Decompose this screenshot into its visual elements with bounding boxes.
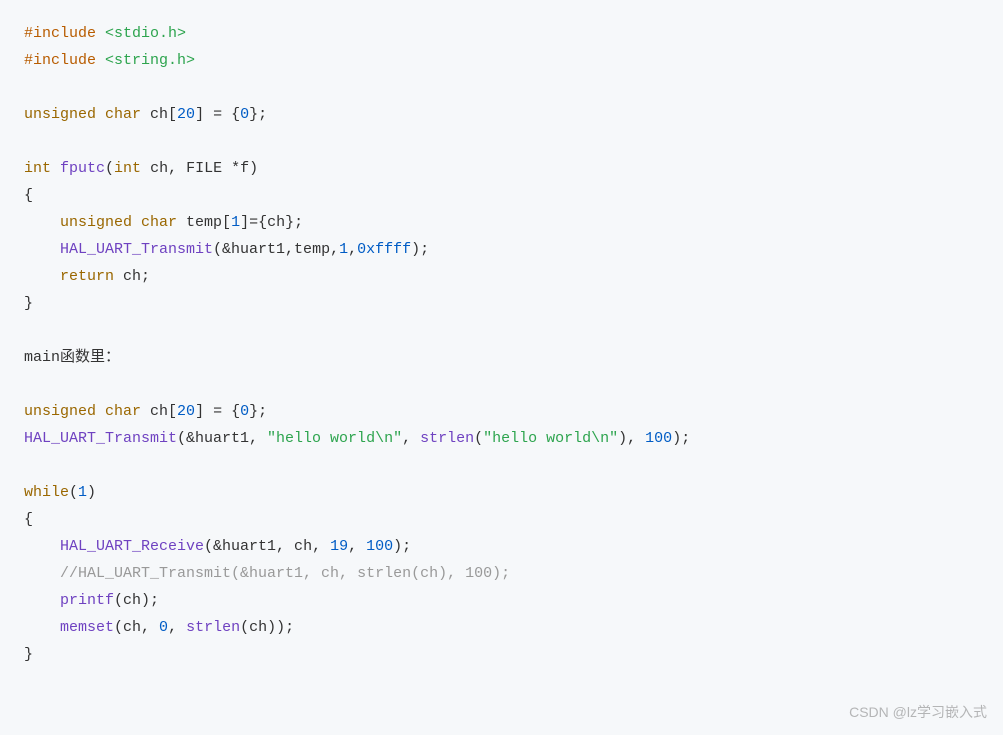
args: (ch, xyxy=(114,619,159,636)
identifier: ch[ xyxy=(141,403,177,420)
keyword: char xyxy=(96,106,141,123)
preproc-include: #include xyxy=(24,25,96,42)
comment-text: main函数里： xyxy=(24,349,120,366)
indent xyxy=(24,268,60,285)
params: ch, FILE *f) xyxy=(141,160,258,177)
punct: , xyxy=(168,619,186,636)
number-literal: 20 xyxy=(177,106,195,123)
identifier: temp[ xyxy=(177,214,231,231)
number-literal: 0xffff xyxy=(357,241,411,258)
number-literal: 0 xyxy=(240,106,249,123)
brace: } xyxy=(24,646,33,663)
function-call: HAL_UART_Transmit xyxy=(24,430,177,447)
args: (&huart1, xyxy=(177,430,267,447)
brace: } xyxy=(24,295,33,312)
punct: , xyxy=(348,241,357,258)
brace: { xyxy=(24,511,33,528)
punct: , xyxy=(348,538,366,555)
number-literal: 100 xyxy=(366,538,393,555)
args: (&huart1, ch, xyxy=(204,538,330,555)
punct: , xyxy=(402,430,420,447)
watermark-text: CSDN @lz学习嵌入式 xyxy=(849,700,987,725)
args: (ch)); xyxy=(240,619,294,636)
keyword: unsigned xyxy=(60,214,132,231)
punct: ); xyxy=(393,538,411,555)
punct: ( xyxy=(474,430,483,447)
args: (ch); xyxy=(114,592,159,609)
brace: { xyxy=(24,187,33,204)
keyword: char xyxy=(132,214,177,231)
punct: ] = { xyxy=(195,403,240,420)
number-literal: 1 xyxy=(78,484,87,501)
args: (&huart1,temp, xyxy=(213,241,339,258)
number-literal: 1 xyxy=(339,241,348,258)
function-call: HAL_UART_Transmit xyxy=(60,241,213,258)
function-call: printf xyxy=(60,592,114,609)
indent xyxy=(24,241,60,258)
number-literal: 1 xyxy=(231,214,240,231)
punct: }; xyxy=(249,403,267,420)
function-call: memset xyxy=(60,619,114,636)
function-name: fputc xyxy=(51,160,105,177)
keyword: int xyxy=(114,160,141,177)
number-literal: 0 xyxy=(159,619,168,636)
punct: ); xyxy=(672,430,690,447)
keyword: char xyxy=(96,403,141,420)
include-header: <string.h> xyxy=(96,52,195,69)
punct: ) xyxy=(87,484,96,501)
preproc-include: #include xyxy=(24,52,96,69)
code-block: #include <stdio.h> #include <string.h> u… xyxy=(0,0,1003,688)
function-call: strlen xyxy=(420,430,474,447)
keyword: int xyxy=(24,160,51,177)
indent xyxy=(24,538,60,555)
number-literal: 20 xyxy=(177,403,195,420)
function-call: HAL_UART_Receive xyxy=(60,538,204,555)
punct: ( xyxy=(69,484,78,501)
keyword: unsigned xyxy=(24,403,96,420)
keyword: unsigned xyxy=(24,106,96,123)
number-literal: 100 xyxy=(645,430,672,447)
indent xyxy=(24,565,60,582)
punct: ] = { xyxy=(195,106,240,123)
indent xyxy=(24,214,60,231)
number-literal: 19 xyxy=(330,538,348,555)
number-literal: 0 xyxy=(240,403,249,420)
keyword: return xyxy=(60,268,114,285)
identifier: ch[ xyxy=(141,106,177,123)
punct: ]={ch}; xyxy=(240,214,303,231)
string-literal: "hello world\n" xyxy=(483,430,618,447)
indent xyxy=(24,592,60,609)
punct: ), xyxy=(618,430,645,447)
punct: ( xyxy=(105,160,114,177)
punct: }; xyxy=(249,106,267,123)
include-header: <stdio.h> xyxy=(96,25,186,42)
function-call: strlen xyxy=(186,619,240,636)
comment: //HAL_UART_Transmit(&huart1, ch, strlen(… xyxy=(60,565,510,582)
string-literal: "hello world\n" xyxy=(267,430,402,447)
keyword: while xyxy=(24,484,69,501)
identifier: ch; xyxy=(114,268,150,285)
indent xyxy=(24,619,60,636)
punct: ); xyxy=(411,241,429,258)
